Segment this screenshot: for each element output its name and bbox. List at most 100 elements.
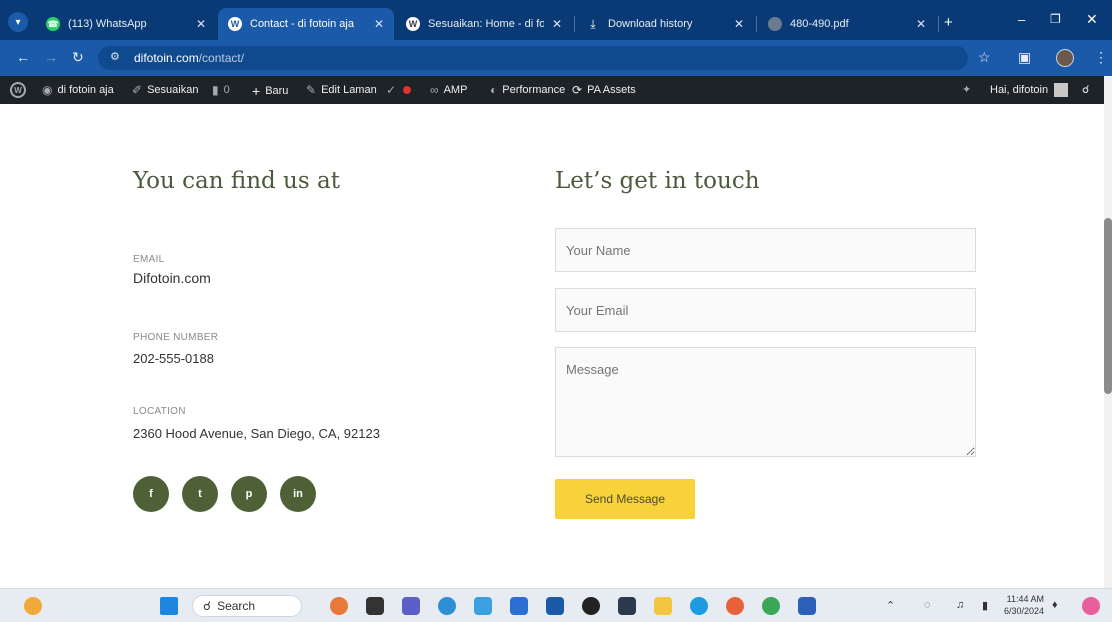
performance-label: Performance bbox=[502, 84, 566, 96]
firefox-icon[interactable] bbox=[726, 597, 744, 615]
mail-icon[interactable] bbox=[546, 597, 564, 615]
taskbar-search[interactable]: ☌ Search bbox=[192, 595, 302, 617]
new-label: Baru bbox=[265, 85, 289, 97]
volume-icon[interactable]: ♫ bbox=[956, 599, 964, 611]
tab-customize[interactable]: W Sesuaikan: Home - di fotoin ✕ bbox=[396, 8, 572, 40]
plus-icon: + bbox=[252, 83, 261, 99]
bookmark-star-icon[interactable]: ☆ bbox=[978, 49, 991, 66]
account-menu[interactable]: Hai, difotoin bbox=[990, 83, 1069, 97]
task-view-icon[interactable] bbox=[366, 597, 384, 615]
find-us-heading: You can find us at bbox=[133, 168, 340, 194]
restore-button[interactable]: ❐ bbox=[1050, 12, 1061, 26]
skype-icon[interactable] bbox=[690, 597, 708, 615]
comment-icon: ▮ bbox=[212, 83, 219, 97]
email-input[interactable] bbox=[555, 288, 976, 332]
clock[interactable]: 11:44 AM 6/30/2024 bbox=[1002, 593, 1044, 617]
teams-icon[interactable] bbox=[402, 597, 420, 615]
media-player-icon[interactable] bbox=[582, 597, 600, 615]
edit-page-link[interactable]: ✎ Edit Laman bbox=[306, 83, 377, 97]
word-icon[interactable] bbox=[798, 597, 816, 615]
browser-tab-bar: ▾ ☎ (113) WhatsApp ✕ W Contact - di foto… bbox=[0, 0, 1112, 40]
dashboard-icon: ◉ bbox=[42, 83, 53, 97]
tab-search-button[interactable]: ▾ bbox=[8, 12, 28, 32]
wordpress-icon: W bbox=[406, 17, 420, 31]
close-icon[interactable]: ✕ bbox=[552, 17, 562, 31]
amp-link[interactable]: ∞ AMP bbox=[430, 83, 467, 97]
profile-avatar[interactable] bbox=[1056, 49, 1074, 67]
wp-logo-icon[interactable]: W bbox=[10, 82, 26, 98]
close-window-button[interactable]: ✕ bbox=[1086, 11, 1098, 28]
search-icon: ☌ bbox=[203, 599, 212, 613]
url-bar[interactable]: ⚙ difotoin.com/contact/ bbox=[98, 46, 968, 70]
tray-expand-icon[interactable]: ⌃ bbox=[886, 599, 895, 612]
site-name-link[interactable]: ◉ di fotoin aja bbox=[42, 83, 114, 97]
facebook-icon[interactable]: f bbox=[133, 476, 169, 512]
network-icon[interactable]: ◌ bbox=[924, 599, 931, 611]
new-content-link[interactable]: + Baru bbox=[252, 83, 288, 99]
download-icon: ⤓ bbox=[590, 16, 596, 31]
minimize-button[interactable]: – bbox=[1018, 12, 1025, 27]
forward-button[interactable]: → bbox=[44, 49, 58, 65]
link-icon: ∞ bbox=[430, 83, 439, 97]
site-info-icon[interactable]: ⚙ bbox=[110, 50, 120, 63]
copilot-app-icon[interactable] bbox=[474, 597, 492, 615]
url-path: /contact/ bbox=[198, 51, 245, 65]
tab-pdf[interactable]: 480-490.pdf ✕ bbox=[758, 8, 936, 40]
reload-button[interactable]: ↻ bbox=[72, 49, 84, 66]
windows-taskbar: ☌ Search ⌃ ◌ ♫ ▮ 11:44 AM 6/30/2024 ♦ bbox=[0, 588, 1112, 622]
send-message-button[interactable]: Send Message bbox=[555, 479, 695, 519]
close-icon[interactable]: ✕ bbox=[196, 17, 206, 31]
comments-link[interactable]: ▮ 0 bbox=[212, 83, 230, 97]
close-icon[interactable]: ✕ bbox=[916, 17, 926, 31]
battery-icon[interactable]: ▮ bbox=[982, 599, 988, 612]
sparkle-icon[interactable]: ✦ bbox=[962, 83, 971, 96]
chrome-icon[interactable] bbox=[762, 597, 780, 615]
email-value: Difotoin.com bbox=[133, 270, 211, 286]
close-icon[interactable]: ✕ bbox=[374, 17, 384, 31]
tab-separator bbox=[938, 16, 939, 32]
customize-link[interactable]: ✐ Sesuaikan bbox=[132, 83, 198, 97]
name-input[interactable] bbox=[555, 228, 976, 272]
copilot-icon[interactable] bbox=[330, 597, 348, 615]
tab-contact[interactable]: W Contact - di fotoin aja ✕ bbox=[218, 8, 394, 40]
amp-label: AMP bbox=[443, 84, 468, 96]
yoast-icon: ✓ bbox=[386, 83, 397, 97]
location-value: 2360 Hood Avenue, San Diego, CA, 92123 bbox=[133, 426, 380, 441]
extensions-icon[interactable]: ▣ bbox=[1018, 49, 1031, 66]
get-in-touch-heading: Let’s get in touch bbox=[555, 168, 760, 194]
message-textarea[interactable] bbox=[555, 347, 976, 457]
close-icon[interactable]: ✕ bbox=[734, 17, 744, 31]
weather-widget-icon[interactable] bbox=[24, 597, 42, 615]
comments-count: 0 bbox=[223, 84, 230, 96]
widget-icon[interactable] bbox=[1082, 597, 1100, 615]
new-tab-button[interactable]: + bbox=[944, 14, 953, 31]
start-button-icon[interactable] bbox=[160, 597, 178, 615]
tab-download-history[interactable]: ⤓ Download history ✕ bbox=[576, 8, 754, 40]
location-label: LOCATION bbox=[133, 406, 186, 417]
browser-menu-icon[interactable]: ⋮ bbox=[1094, 49, 1108, 66]
yoast-seo-link[interactable]: ✓ bbox=[386, 83, 412, 97]
tab-title: Contact - di fotoin aja bbox=[250, 18, 354, 30]
twitter-icon[interactable]: t bbox=[182, 476, 218, 512]
pa-assets-link[interactable]: ⟳ PA Assets bbox=[572, 83, 636, 97]
pinterest-icon[interactable]: p bbox=[231, 476, 267, 512]
linkedin-icon[interactable]: in bbox=[280, 476, 316, 512]
address-bar-row: ← → ↻ ⚙ difotoin.com/contact/ ☆ ▣ ⋮ bbox=[0, 40, 1112, 76]
phone-label: PHONE NUMBER bbox=[133, 332, 219, 343]
notification-bell-icon[interactable]: ♦ bbox=[1052, 599, 1058, 611]
photos-icon[interactable] bbox=[510, 597, 528, 615]
edge-icon[interactable] bbox=[438, 597, 456, 615]
page-scrollbar-thumb[interactable] bbox=[1104, 218, 1112, 394]
performance-icon: ◐ bbox=[490, 83, 498, 97]
email-label: EMAIL bbox=[133, 254, 165, 265]
brush-icon: ✐ bbox=[132, 83, 143, 97]
taskbar-search-label: Search bbox=[217, 599, 256, 613]
greeting-label: Hai, difotoin bbox=[990, 84, 1049, 96]
back-button[interactable]: ← bbox=[16, 49, 30, 65]
camera-icon[interactable] bbox=[618, 597, 636, 615]
tab-title: Download history bbox=[608, 18, 693, 30]
file-explorer-icon[interactable] bbox=[654, 597, 672, 615]
tab-whatsapp[interactable]: ☎ (113) WhatsApp ✕ bbox=[36, 8, 216, 40]
performance-link[interactable]: ◐ Performance bbox=[490, 83, 565, 97]
search-icon[interactable]: ☌ bbox=[1082, 83, 1089, 96]
